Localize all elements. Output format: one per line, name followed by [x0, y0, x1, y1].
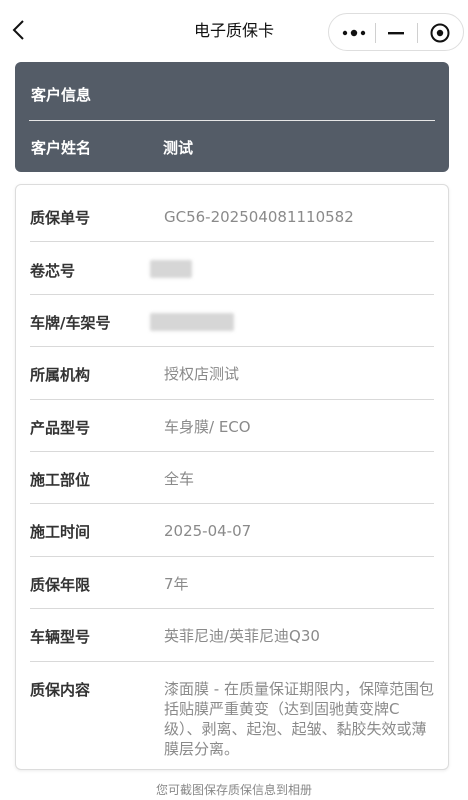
- divider: [30, 503, 434, 504]
- minimize-icon[interactable]: [386, 25, 406, 41]
- row-label: 施工时间: [30, 523, 91, 541]
- row-label: 质保年限: [30, 576, 91, 594]
- customer-section-title: 客户信息: [31, 86, 92, 104]
- row-label: 车牌/车架号: [30, 314, 111, 332]
- row-value: 车身膜/ ECO: [164, 418, 251, 436]
- row-label: 产品型号: [30, 419, 91, 437]
- warranty-info-card: 质保单号 GC56-202504081110582 卷芯号 车牌/车架号 所属机…: [15, 184, 449, 770]
- divider: [30, 241, 434, 242]
- row-label: 所属机构: [30, 366, 91, 384]
- capsule-divider: [375, 23, 376, 43]
- divider: [30, 451, 434, 452]
- capsule-divider: [417, 23, 418, 43]
- footer-note: 您可截图保存质保信息到相册: [155, 783, 312, 797]
- row-label: 车辆型号: [30, 628, 91, 646]
- divider: [29, 120, 435, 121]
- row-value: 7年: [164, 575, 189, 593]
- divider: [30, 346, 434, 347]
- row-value: 漆面膜 - 在质量保证期限内，保障范围包括贴膜严重黄变（达到固驰黄变牌C级）、剥…: [164, 680, 434, 758]
- redacted-value: [150, 313, 234, 331]
- divider: [30, 661, 434, 662]
- mini-program-capsule: [328, 13, 464, 51]
- redacted-value: [150, 260, 192, 278]
- row-value: 2025-04-07: [164, 522, 252, 540]
- row-value: 英菲尼迪/英菲尼迪Q30: [164, 627, 320, 645]
- row-label: 质保内容: [30, 681, 91, 699]
- row-value: GC56-202504081110582: [164, 208, 354, 226]
- divider: [30, 399, 434, 400]
- row-value: 授权店测试: [164, 365, 240, 383]
- row-value: 全车: [164, 470, 195, 488]
- customer-name-value: 测试: [163, 139, 194, 157]
- nav-bar: 电子质保卡: [0, 0, 468, 58]
- close-target-icon[interactable]: [429, 22, 451, 44]
- row-label: 施工部位: [30, 471, 91, 489]
- row-label: 质保单号: [30, 209, 91, 227]
- more-dots-icon[interactable]: [341, 25, 367, 41]
- divider: [30, 608, 434, 609]
- row-label: 卷芯号: [30, 262, 76, 280]
- customer-info-card: 客户信息 客户姓名 测试: [15, 62, 449, 172]
- divider: [30, 294, 434, 295]
- customer-name-label: 客户姓名: [31, 139, 92, 157]
- divider: [30, 556, 434, 557]
